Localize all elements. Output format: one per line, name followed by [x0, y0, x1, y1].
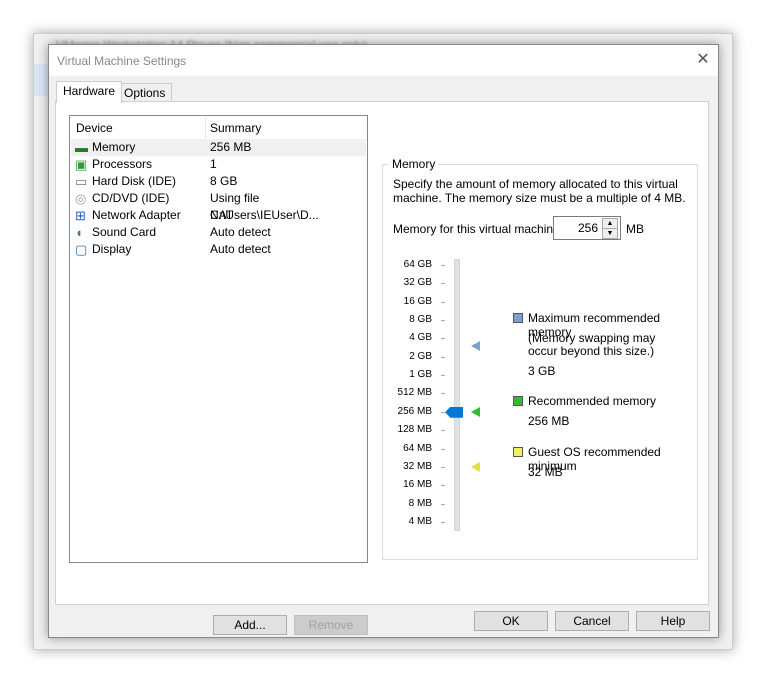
- column-header-device[interactable]: Device: [76, 118, 113, 138]
- device-summary: NAT: [210, 208, 234, 222]
- virtual-machine-settings-dialog: Virtual Machine Settings ✕ Hardware Opti…: [48, 44, 719, 638]
- slider-tick-label: 1 GB: [409, 369, 432, 381]
- slider-tick-label: 32 GB: [403, 277, 432, 289]
- network-adapter-icon: ⊞: [75, 208, 86, 223]
- slider-tick-mark: [441, 411, 445, 413]
- guest-min-legend-icon: [513, 447, 523, 457]
- guest-min-marker-icon: [471, 461, 480, 472]
- recommended-label: Recommended memory: [528, 394, 657, 408]
- recommended-marker-icon: [471, 406, 480, 417]
- device-row[interactable]: ▣ Processors 1: [71, 156, 366, 173]
- device-summary: 8 GB: [210, 174, 238, 188]
- slider-tick-label: 128 MB: [397, 424, 432, 436]
- display-icon: ▢: [75, 242, 88, 257]
- slider-tick-mark: [441, 503, 445, 505]
- device-list: Device Summary ▬ Memory 256 MB ▣ Processo…: [69, 115, 368, 563]
- slider-tick-label: 512 MB: [397, 387, 432, 399]
- remove-button[interactable]: Remove: [294, 615, 368, 635]
- slider-tick-label: 2 GB: [409, 350, 432, 362]
- memory-field-label: Memory for this virtual machine:: [393, 222, 564, 236]
- slider-tick-label: 16 GB: [403, 295, 432, 307]
- device-row[interactable]: ▢ Display Auto detect: [71, 241, 366, 258]
- slider-tick-mark: [441, 430, 445, 432]
- slider-tick-mark: [441, 265, 445, 266]
- device-name: Hard Disk (IDE): [92, 174, 177, 188]
- device-name: Network Adapter: [92, 208, 181, 222]
- slider-tick-mark: [441, 320, 445, 322]
- guest-min-value: 32 MB: [528, 465, 563, 479]
- slider-tick-mark: [441, 283, 445, 285]
- device-row[interactable]: ◎ CD/DVD (IDE) Using file C:\Users\IEUse…: [71, 190, 366, 222]
- max-recommended-value: 3 GB: [528, 364, 556, 378]
- device-name: Processors: [92, 157, 153, 171]
- device-row[interactable]: ▬ Memory 256 MB: [71, 139, 366, 156]
- background-window-sidebar: [34, 64, 48, 96]
- spin-down-icon[interactable]: ▼: [602, 228, 618, 239]
- device-summary: Auto detect: [210, 225, 271, 239]
- recommended-value: 256 MB: [528, 414, 570, 428]
- cd-dvd-icon: ◎: [75, 191, 87, 206]
- slider-tick-label: 8 GB: [409, 314, 432, 326]
- slider-tick-mark: [441, 301, 445, 303]
- device-summary: 256 MB: [210, 140, 252, 154]
- memory-input[interactable]: 256: [578, 221, 598, 235]
- slider-tick-mark: [441, 375, 445, 377]
- slider-tick-label: 64 GB: [403, 259, 432, 270]
- device-name: Memory: [92, 140, 136, 154]
- max-recommended-note-line2: occur beyond this size.): [528, 344, 655, 358]
- slider-tick-mark: [441, 448, 445, 450]
- slider-tick-label: 4 MB: [408, 515, 432, 527]
- memory-group: Memory Specify the amount of memory allo…: [382, 157, 698, 560]
- memory-description-line2: machine. The memory size must be a multi…: [393, 191, 686, 205]
- memory-slider-thumb[interactable]: [445, 406, 463, 418]
- device-summary: 1: [210, 157, 217, 171]
- recommended-legend-icon: [513, 396, 523, 406]
- memory-icon: ▬: [75, 140, 88, 155]
- slider-tick-mark: [441, 356, 445, 358]
- max-recommended-marker-icon: [471, 341, 480, 352]
- memory-slider-track[interactable]: [454, 259, 460, 531]
- slider-tick-label: 256 MB: [397, 405, 432, 417]
- max-recommended-legend-icon: [513, 313, 523, 323]
- slider-tick-label: 8 MB: [408, 497, 432, 509]
- slider-tick-label: 32 MB: [403, 460, 432, 472]
- device-name: CD/DVD (IDE): [92, 191, 170, 205]
- cancel-button[interactable]: Cancel: [555, 611, 629, 631]
- ok-button[interactable]: OK: [474, 611, 548, 631]
- device-row[interactable]: ⊞ Network Adapter NAT: [71, 207, 366, 224]
- tab-options[interactable]: Options: [117, 83, 173, 102]
- memory-description-line1: Specify the amount of memory allocated t…: [393, 177, 678, 191]
- slider-tick-mark: [441, 521, 445, 523]
- column-header-summary[interactable]: Summary: [210, 118, 261, 138]
- slider-tick-label: 64 MB: [403, 442, 432, 454]
- device-summary: Auto detect: [210, 242, 271, 256]
- max-recommended-note-line1: (Memory swapping may: [528, 331, 656, 345]
- device-name: Sound Card: [92, 225, 157, 239]
- dialog-title: Virtual Machine Settings: [57, 54, 187, 68]
- slider-tick-label: 4 GB: [409, 332, 432, 344]
- title-bar: Virtual Machine Settings ✕: [49, 45, 718, 76]
- slider-tick-mark: [441, 393, 445, 395]
- tab-hardware[interactable]: Hardware: [56, 81, 123, 103]
- slider-tick-mark: [441, 466, 445, 468]
- hardware-panel: Device Summary ▬ Memory 256 MB ▣ Processo…: [55, 101, 709, 635]
- memory-unit: MB: [626, 222, 644, 236]
- add-button[interactable]: Add...: [213, 615, 287, 635]
- column-divider: [205, 118, 206, 138]
- help-button[interactable]: Help: [636, 611, 710, 631]
- close-icon[interactable]: ✕: [693, 50, 713, 70]
- device-row[interactable]: ◖ Sound Card Auto detect: [71, 224, 366, 241]
- slider-tick-mark: [441, 485, 445, 487]
- device-row[interactable]: ▭ Hard Disk (IDE) 8 GB: [71, 173, 366, 190]
- hard-disk-icon: ▭: [75, 174, 88, 189]
- slider-tick-mark: [441, 338, 445, 340]
- processor-icon: ▣: [75, 157, 88, 172]
- memory-spinner[interactable]: 256 ▲ ▼: [553, 216, 621, 240]
- slider-tick-label: 16 MB: [403, 479, 432, 491]
- memory-group-label: Memory: [389, 157, 439, 171]
- sound-card-icon: ◖: [75, 225, 83, 240]
- device-name: Display: [92, 242, 132, 256]
